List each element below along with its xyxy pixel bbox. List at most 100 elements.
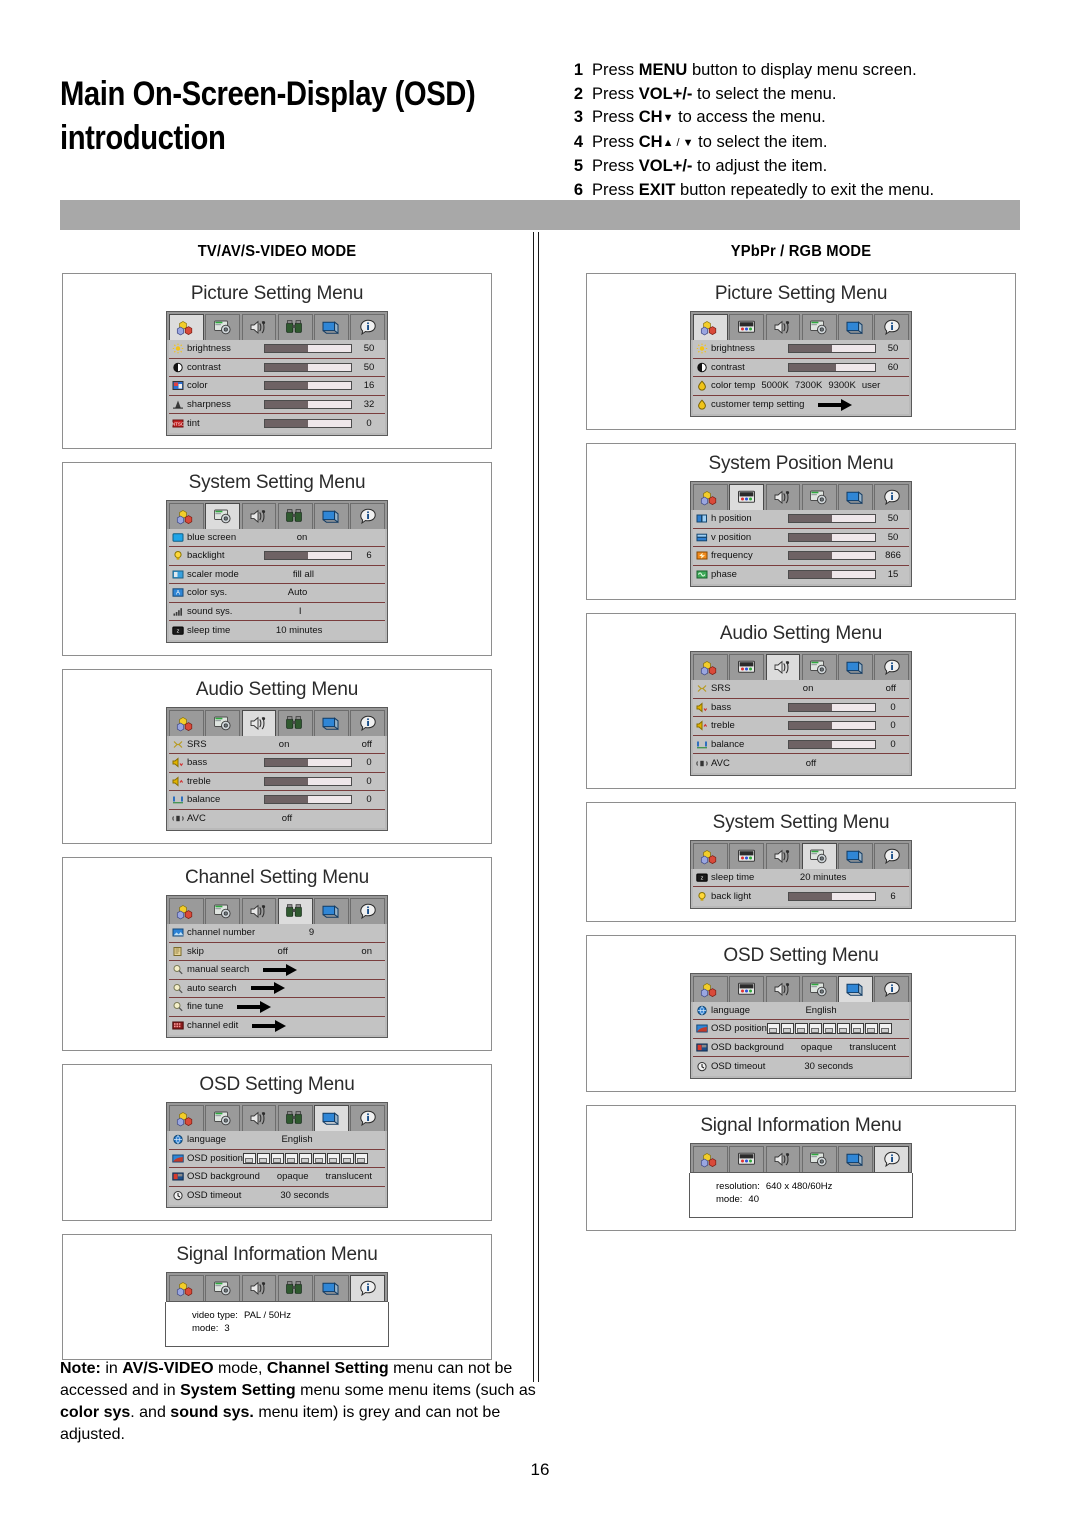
osd-tab[interactable] [801,975,837,1002]
osd-row[interactable]: balance 0 [693,735,909,754]
osd-tab[interactable] [765,314,801,340]
osd-row-option[interactable]: translucent [326,1171,372,1182]
osd-tab[interactable] [241,502,277,529]
osd-tab[interactable] [729,314,764,340]
osd-row[interactable]: SRS on off [169,735,385,754]
osd-row[interactable]: z sleep time 10 minutes [169,621,385,640]
osd-row[interactable]: AVC off [169,809,385,828]
osd-row[interactable]: OSD position [169,1149,385,1168]
osd-row[interactable]: contrast 50 [169,358,385,377]
osd-position-cell[interactable] [270,1152,284,1164]
osd-tab[interactable] [838,1145,873,1172]
osd-row[interactable]: NTSC tint 0 [169,414,385,433]
osd-row[interactable]: brightness 50 [693,340,909,359]
osd-row[interactable]: channel edit [169,1016,385,1035]
osd-row[interactable]: manual search [169,961,385,980]
osd-position-selector[interactable] [242,1152,368,1164]
osd-position-cell[interactable] [850,1023,864,1035]
osd-tab[interactable] [205,1105,240,1131]
osd-slider[interactable] [788,721,876,731]
osd-slider[interactable] [264,776,352,786]
osd-row[interactable]: language English [693,1001,909,1020]
osd-row[interactable]: blue screen on [169,528,385,547]
osd-tab[interactable] [205,898,240,924]
osd-tab[interactable] [277,314,313,340]
osd-row[interactable]: Acolor sys. Auto [169,584,385,603]
osd-tab[interactable] [350,314,385,340]
osd-tab[interactable] [874,314,909,340]
osd-tab[interactable] [801,314,837,340]
osd-tab[interactable] [801,484,837,510]
osd-row[interactable]: color 16 [169,377,385,396]
osd-tab[interactable] [169,502,204,529]
osd-tab[interactable] [693,975,728,1002]
osd-tab[interactable] [314,314,349,340]
osd-slider[interactable] [264,362,352,372]
osd-tab[interactable] [838,842,873,869]
osd-tab[interactable] [169,1275,204,1301]
osd-slider[interactable] [264,399,352,409]
osd-row[interactable]: sound sys. I [169,602,385,621]
osd-slider[interactable] [264,344,352,354]
osd-position-cell[interactable] [794,1023,808,1035]
osd-position-cell[interactable] [298,1152,312,1164]
osd-tab[interactable] [169,898,204,924]
osd-slider[interactable] [788,891,876,901]
osd-tab[interactable] [729,484,764,510]
osd-tab[interactable] [693,842,728,869]
osd-tab[interactable] [838,484,873,510]
osd-tab[interactable] [693,314,728,340]
osd-row[interactable]: v position 50 [693,528,909,547]
osd-tab[interactable] [241,1105,277,1131]
osd-tab[interactable] [729,1145,764,1172]
osd-tab[interactable] [729,975,764,1002]
osd-row[interactable]: back light 6 [693,887,909,906]
osd-row-option[interactable]: opaque [801,1042,833,1053]
osd-tab[interactable] [205,314,240,340]
osd-row[interactable]: bass 0 [169,754,385,773]
osd-position-cell[interactable] [312,1152,326,1164]
osd-row[interactable]: customer temp setting [693,395,909,414]
osd-row-option[interactable]: 5000K [761,380,788,391]
osd-row[interactable]: h position 50 [693,510,909,529]
osd-position-cell[interactable] [284,1152,298,1164]
osd-row[interactable]: channel number 9 [169,924,385,943]
osd-position-cell[interactable] [780,1023,794,1035]
osd-row[interactable]: z sleep time 20 minutes [693,868,909,887]
osd-row[interactable]: SRS on off [693,680,909,699]
osd-tab[interactable] [169,314,204,340]
osd-row-option[interactable]: off [886,683,896,694]
osd-tab[interactable] [314,1275,349,1301]
osd-row-option[interactable]: user [862,380,880,391]
osd-tab[interactable] [169,709,204,736]
osd-slider[interactable] [788,532,876,542]
osd-row[interactable]: brightness 50 [169,340,385,359]
osd-row[interactable]: fine tune [169,998,385,1017]
osd-row[interactable]: treble 0 [693,717,909,736]
osd-position-cell[interactable] [808,1023,822,1035]
osd-tab[interactable] [314,1105,349,1131]
osd-position-selector[interactable] [766,1023,892,1035]
osd-tab[interactable] [169,1105,204,1131]
osd-tab[interactable] [765,654,801,680]
osd-row[interactable]: OSD timeout 30 seconds [693,1057,909,1076]
osd-row[interactable]: contrast 60 [693,358,909,377]
osd-row[interactable]: color temp 5000K 7300K 9300K user [693,377,909,396]
osd-row[interactable]: scaler mode fill all [169,565,385,584]
osd-slider[interactable] [788,551,876,561]
osd-position-cell[interactable] [822,1023,836,1035]
osd-tab[interactable] [277,898,313,924]
osd-row[interactable]: auto search [169,979,385,998]
osd-slider[interactable] [264,418,352,428]
osd-tab[interactable] [801,1145,837,1172]
osd-row-option[interactable]: off [362,739,372,750]
osd-slider[interactable] [788,739,876,749]
osd-tab[interactable] [874,1145,909,1172]
osd-tab[interactable] [205,1275,240,1301]
osd-tab[interactable] [241,1275,277,1301]
osd-row-option[interactable]: on [279,739,290,750]
osd-tab[interactable] [838,975,873,1002]
osd-tab[interactable] [205,709,240,736]
osd-tab[interactable] [350,1105,385,1131]
osd-row[interactable]: phase 15 [693,565,909,584]
